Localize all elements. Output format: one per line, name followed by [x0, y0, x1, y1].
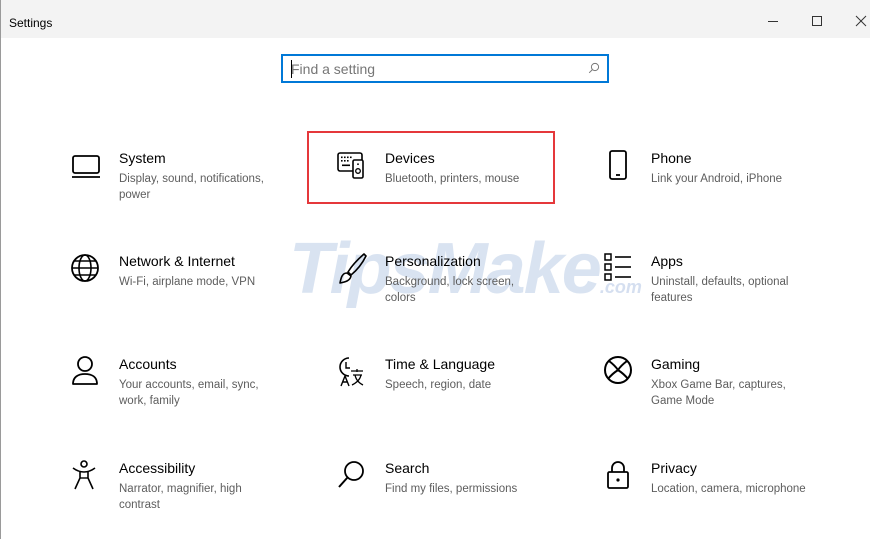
tile-phone[interactable]: Phone Link your Android, iPhone [603, 150, 858, 230]
minimize-icon [768, 21, 778, 22]
search-box[interactable] [281, 54, 609, 83]
monitor-icon [71, 150, 105, 184]
keyboard-speaker-icon [337, 150, 371, 184]
tile-title: Personalization [385, 253, 481, 269]
tile-description: Location, camera, microphone [651, 483, 806, 495]
tile-description: Bluetooth, printers, mouse [385, 173, 520, 185]
maximize-icon [812, 16, 822, 26]
tile-description: Narrator, magnifier, high contrast [119, 483, 242, 511]
tile-title: Phone [651, 150, 692, 166]
window-title: Settings [9, 16, 53, 30]
tile-devices[interactable]: Devices Bluetooth, printers, mouse [337, 150, 592, 230]
tile-title: Accessibility [119, 460, 196, 476]
phone-icon [603, 150, 637, 184]
paintbrush-icon [337, 253, 371, 287]
accessibility-icon [71, 460, 105, 494]
tile-search[interactable]: Search Find my files, permissions [337, 460, 592, 539]
tile-title: Search [385, 460, 430, 476]
time-language-icon [337, 356, 371, 390]
tile-description: Link your Android, iPhone [651, 173, 783, 185]
tile-description: Background, lock screen, colors [385, 276, 515, 304]
tile-description: Xbox Game Bar, captures, Game Mode [651, 379, 786, 407]
tile-description: Wi-Fi, airplane mode, VPN [119, 276, 256, 288]
tile-description: Speech, region, date [385, 379, 492, 391]
tile-title: System [119, 150, 166, 166]
tile-gaming[interactable]: Gaming Xbox Game Bar, captures, Game Mod… [603, 356, 858, 436]
tile-title: Apps [651, 253, 683, 269]
tile-accounts[interactable]: Accounts Your accounts, email, sync, wor… [71, 356, 326, 436]
person-icon [71, 356, 105, 390]
tile-title: Accounts [119, 356, 177, 372]
tile-description: Find my files, permissions [385, 483, 518, 495]
tile-title: Privacy [651, 460, 697, 476]
title-bar[interactable]: Settings [1, 0, 870, 38]
tile-system[interactable]: System Display, sound, notifications, po… [71, 150, 326, 230]
settings-window: Settings TipsMake.com System Display, so… [0, 0, 870, 539]
close-button[interactable] [841, 6, 870, 36]
tile-title: Network & Internet [119, 253, 235, 269]
globe-icon [71, 253, 105, 287]
minimize-button[interactable] [753, 6, 793, 36]
maximize-button[interactable] [797, 6, 837, 36]
tile-title: Gaming [651, 356, 701, 372]
tile-title: Time & Language [385, 356, 495, 372]
search-input[interactable] [291, 59, 576, 78]
apps-list-icon [603, 253, 637, 287]
tile-description: Your accounts, email, sync, work, family [119, 379, 259, 407]
close-icon [855, 15, 867, 27]
tile-accessibility[interactable]: Accessibility Narrator, magnifier, high … [71, 460, 326, 539]
tile-personalization[interactable]: Personalization Background, lock screen,… [337, 253, 592, 333]
xbox-icon [603, 356, 637, 390]
tile-apps[interactable]: Apps Uninstall, defaults, optional featu… [603, 253, 858, 333]
tile-time-language[interactable]: Time & Language Speech, region, date [337, 356, 592, 436]
tile-title: Devices [385, 150, 435, 166]
tile-description: Uninstall, defaults, optional features [651, 276, 789, 304]
tile-network[interactable]: Network & Internet Wi-Fi, airplane mode,… [71, 253, 326, 333]
lock-icon [603, 460, 637, 494]
magnifier-icon [337, 460, 371, 494]
tile-privacy[interactable]: Privacy Location, camera, microphone [603, 460, 858, 539]
tile-description: Display, sound, notifications, power [119, 173, 264, 201]
search-icon[interactable] [588, 61, 600, 79]
